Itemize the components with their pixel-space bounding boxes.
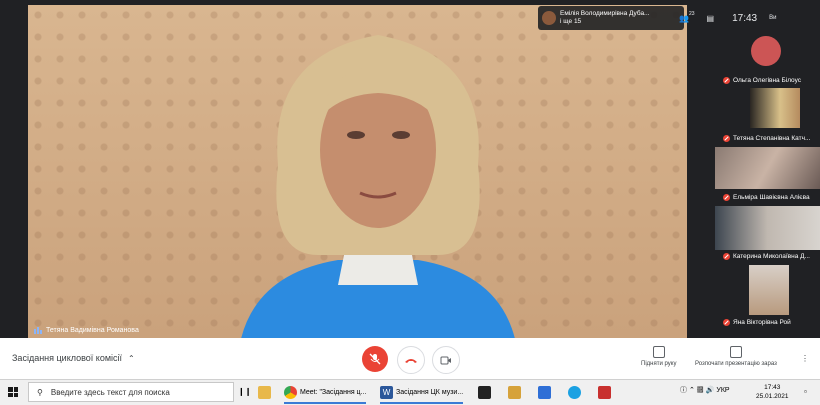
raise-hand-button[interactable]: Підняти руку [641, 346, 676, 367]
top-controls: 👥 23 ▤ 17:43 Ви [670, 8, 820, 28]
search-icon: ⚲ [37, 387, 43, 397]
taskbar-search-input[interactable]: ⚲ Введите здесь текст для поиска [28, 382, 234, 402]
participant-tile[interactable]: Катерина Миколаївна Д... [715, 206, 820, 263]
windows-taskbar: ⚲ Введите здесь текст для поиска ❙❙ Meet… [0, 379, 820, 405]
clock-time: 17:43 [764, 384, 781, 391]
mic-off-icon [369, 353, 381, 365]
search-placeholder: Введите здесь текст для поиска [50, 387, 170, 397]
present-icon [729, 346, 742, 358]
participant-tile[interactable]: Тетяна Степанівна Катч... [715, 88, 820, 145]
participant-name: Ольга Олегівна Білоус [733, 77, 802, 84]
participant-video [715, 206, 820, 250]
participant-video [750, 88, 800, 128]
meeting-time: 17:43 [732, 12, 758, 24]
leave-call-button[interactable] [397, 346, 425, 374]
hand-icon [652, 346, 665, 358]
taskbar-word-app[interactable]: W Засідання ЦК музи... [380, 383, 464, 404]
app-icon[interactable] [508, 383, 521, 402]
system-tray[interactable]: ⓘ ⌃ ▩ 🔊 УКР [680, 385, 730, 395]
mic-off-icon [723, 253, 730, 260]
present-now-button[interactable]: Розпочати презентацію зараз [695, 346, 777, 367]
meeting-title: Засідання циклової комісії [12, 353, 123, 363]
speaking-indicator-icon [34, 327, 42, 334]
presenter-chip[interactable]: Емілія Володимирівна Дуба... і ще 15 [538, 6, 684, 30]
mic-off-icon [723, 77, 730, 84]
self-label: Ви [769, 15, 777, 21]
microphone-toggle-button[interactable] [362, 346, 388, 372]
store-icon[interactable] [478, 383, 491, 402]
hang-up-icon [405, 359, 417, 363]
mic-off-icon [723, 135, 730, 142]
meeting-control-bar: Засідання циклової комісії ⌃ Підняти руку… [0, 338, 820, 379]
taskbar-chrome-label: Meet: "Засідання ц... [300, 389, 367, 396]
word-icon: W [380, 386, 393, 399]
participant-tile[interactable]: Яна Вікторівна Рой [715, 265, 820, 329]
participant-count: 23 [688, 11, 695, 17]
taskbar-word-label: Засідання ЦК музи... [396, 389, 464, 396]
people-icon[interactable]: 👥 [679, 14, 689, 23]
meeting-details[interactable]: Засідання циклової комісії ⌃ [12, 353, 135, 363]
avatar [751, 36, 781, 66]
notifications-icon[interactable]: ▫ [804, 387, 807, 396]
taskbar-clock[interactable]: 17:43 25.01.2021 [756, 383, 789, 401]
presenter-avatar [542, 11, 556, 25]
speaker-name: Тетяна Вадимівна Романова [46, 327, 139, 334]
participant-name: Яна Вікторівна Рой [733, 319, 791, 326]
task-view-icon[interactable]: ❙❙ [238, 387, 251, 396]
mail-icon[interactable] [538, 383, 551, 402]
camera-icon [440, 356, 451, 364]
presenter-name: Емілія Володимирівна Дуба... [560, 10, 650, 17]
clock-date: 25.01.2021 [756, 393, 789, 400]
main-speaker-video: Тетяна Вадимівна Романова [28, 5, 687, 338]
mic-off-icon [723, 194, 730, 201]
pdf-icon[interactable] [598, 383, 611, 402]
chat-icon[interactable]: ▤ [707, 14, 715, 23]
participant-name: Тетяна Степанівна Катч... [733, 135, 811, 142]
speaker-figure [241, 35, 515, 338]
participant-video [749, 265, 789, 315]
mic-off-icon [723, 319, 730, 326]
file-explorer-icon[interactable] [258, 383, 271, 402]
windows-start-icon[interactable] [8, 387, 18, 397]
participant-video [715, 147, 820, 189]
more-options-icon[interactable]: ⋮ [801, 354, 809, 363]
raise-hand-label: Підняти руку [641, 361, 677, 367]
internet-explorer-icon[interactable] [568, 383, 581, 402]
language-indicator[interactable]: УКР [716, 387, 729, 394]
participant-name: Ельміра Шавієвна Алієва [733, 194, 810, 201]
present-label: Розпочати презентацію зараз [695, 361, 777, 367]
participant-tile[interactable]: Ольга Олегівна Білоус [715, 30, 820, 87]
taskbar-chrome-app[interactable]: Meet: "Засідання ц... [284, 383, 367, 404]
participant-name: Катерина Миколаївна Д... [733, 253, 810, 260]
camera-toggle-button[interactable] [432, 346, 460, 374]
participant-sidebar: Ольга Олегівна Білоус Тетяна Степанівна … [715, 30, 820, 338]
presenter-more: і ще 15 [560, 18, 582, 25]
speaker-name-label: Тетяна Вадимівна Романова [34, 327, 139, 334]
chrome-icon [284, 386, 297, 399]
chevron-up-icon: ⌃ [128, 354, 135, 363]
left-edge [0, 0, 28, 338]
participant-tile[interactable]: Ельміра Шавієвна Алієва [715, 147, 820, 204]
